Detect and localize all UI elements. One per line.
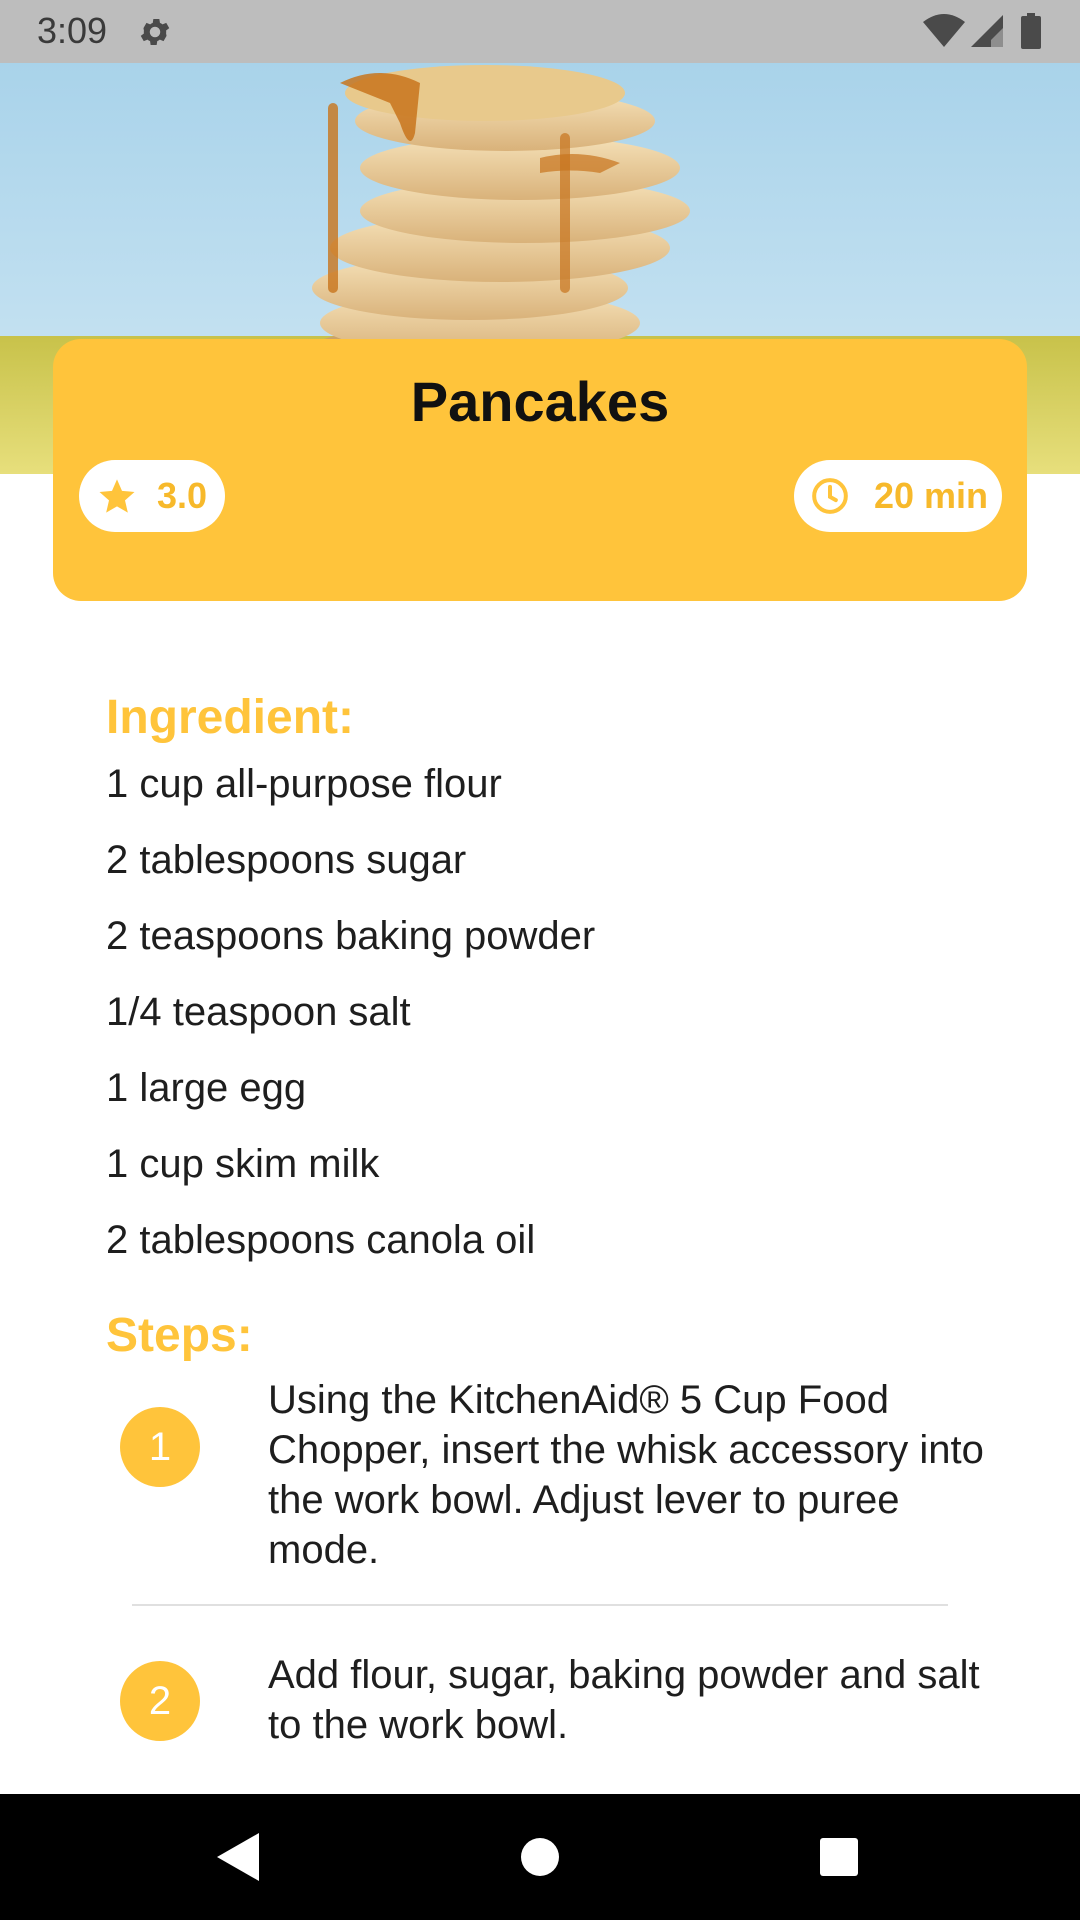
ingredient-item: 2 teaspoons baking powder <box>106 914 596 958</box>
star-icon <box>99 479 135 513</box>
ingredient-item: 2 tablespoons sugar <box>106 838 467 882</box>
clock-icon <box>812 478 848 514</box>
ingredient-list: 1 cup all-purpose flour 2 tablespoons su… <box>106 754 1006 1286</box>
recents-icon[interactable] <box>818 1831 860 1883</box>
step-divider <box>132 1604 948 1606</box>
ingredient-item: 1/4 teaspoon salt <box>106 990 411 1034</box>
signal-icon <box>971 15 1003 47</box>
rating-chip: 3.0 <box>79 460 225 532</box>
battery-icon <box>1021 13 1041 49</box>
rating-value: 3.0 <box>157 475 208 516</box>
status-bar: 3:09 <box>0 0 1080 63</box>
time-value: 20 min <box>874 475 989 516</box>
recipe-title: Pancakes <box>410 370 670 433</box>
ingredient-item: 1 large egg <box>106 1066 307 1110</box>
ingredient-item: 1 cup all-purpose flour <box>106 762 502 806</box>
step-number-badge: 2 <box>120 1661 200 1741</box>
wifi-icon <box>923 14 965 47</box>
time-chip: 20 min <box>794 460 1002 532</box>
home-icon[interactable] <box>518 1831 562 1883</box>
gear-icon <box>140 18 170 46</box>
step-number-badge: 1 <box>120 1407 200 1487</box>
ingredient-item: 1 cup skim milk <box>106 1142 380 1186</box>
ingredients-heading: Ingredient: <box>106 691 354 744</box>
steps-heading: Steps: <box>106 1309 253 1362</box>
step-text: Add flour, sugar, baking powder and salt… <box>268 1653 980 1747</box>
back-icon[interactable] <box>215 1831 261 1883</box>
ingredient-item: 2 tablespoons canola oil <box>106 1218 536 1262</box>
recipe-header-card: Pancakes 3.0 20 min <box>53 339 1027 601</box>
navigation-bar <box>0 1794 1080 1920</box>
step-text: Using the KitchenAid® 5 Cup Food Chopper… <box>268 1378 984 1572</box>
status-time: 3:09 <box>37 10 108 51</box>
